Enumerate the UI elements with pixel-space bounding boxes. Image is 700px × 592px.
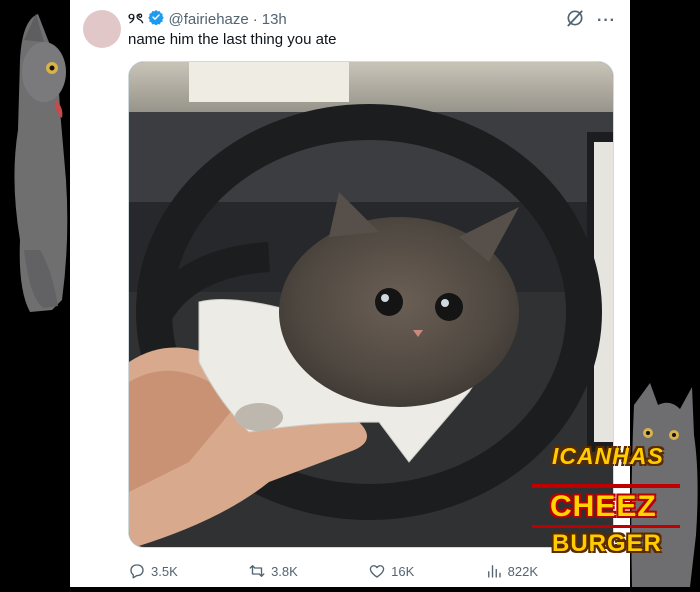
grok-icon[interactable]	[565, 8, 585, 33]
display-name[interactable]: ୨ৎ	[128, 7, 144, 31]
avatar[interactable]	[83, 10, 121, 48]
icanhascheezburger-watermark: ICANHAS CHEEZ BURGER	[532, 443, 680, 563]
header-separator: ·	[252, 10, 258, 28]
watermark-bar	[532, 484, 680, 488]
tweet-text: name him the last thing you ate	[128, 31, 337, 48]
tweet-top-icons: ···	[565, 8, 616, 33]
reply-button[interactable]: 3.5K	[128, 562, 178, 580]
views-count: 822K	[507, 563, 538, 579]
watermark-line-1: ICANHAS	[552, 443, 664, 469]
views-button[interactable]: 822K	[485, 562, 538, 580]
watermark-line-2: CHEEZ	[550, 490, 657, 523]
like-count: 16K	[391, 563, 415, 579]
repost-icon	[249, 565, 265, 577]
like-button[interactable]: 16K	[368, 562, 414, 580]
tweet-header: ୨ৎ @fairiehaze · 13h	[128, 9, 287, 29]
repost-count: 3.8K	[271, 563, 298, 579]
post-timestamp[interactable]: 13h	[262, 11, 287, 28]
tweet-actions: 3.5K 3.8K 16K 822K	[128, 561, 538, 581]
watermark-line-3: BURGER	[552, 530, 663, 557]
left-cat-image	[0, 0, 72, 330]
like-icon	[369, 565, 385, 578]
reply-icon	[130, 564, 144, 579]
verified-badge-icon	[148, 9, 165, 29]
reply-count: 3.5K	[151, 563, 178, 579]
watermark-bar-2	[532, 525, 680, 528]
user-handle[interactable]: @fairiehaze	[168, 11, 248, 28]
more-icon[interactable]: ···	[597, 12, 616, 30]
views-icon	[487, 565, 501, 578]
repost-button[interactable]: 3.8K	[248, 562, 298, 580]
